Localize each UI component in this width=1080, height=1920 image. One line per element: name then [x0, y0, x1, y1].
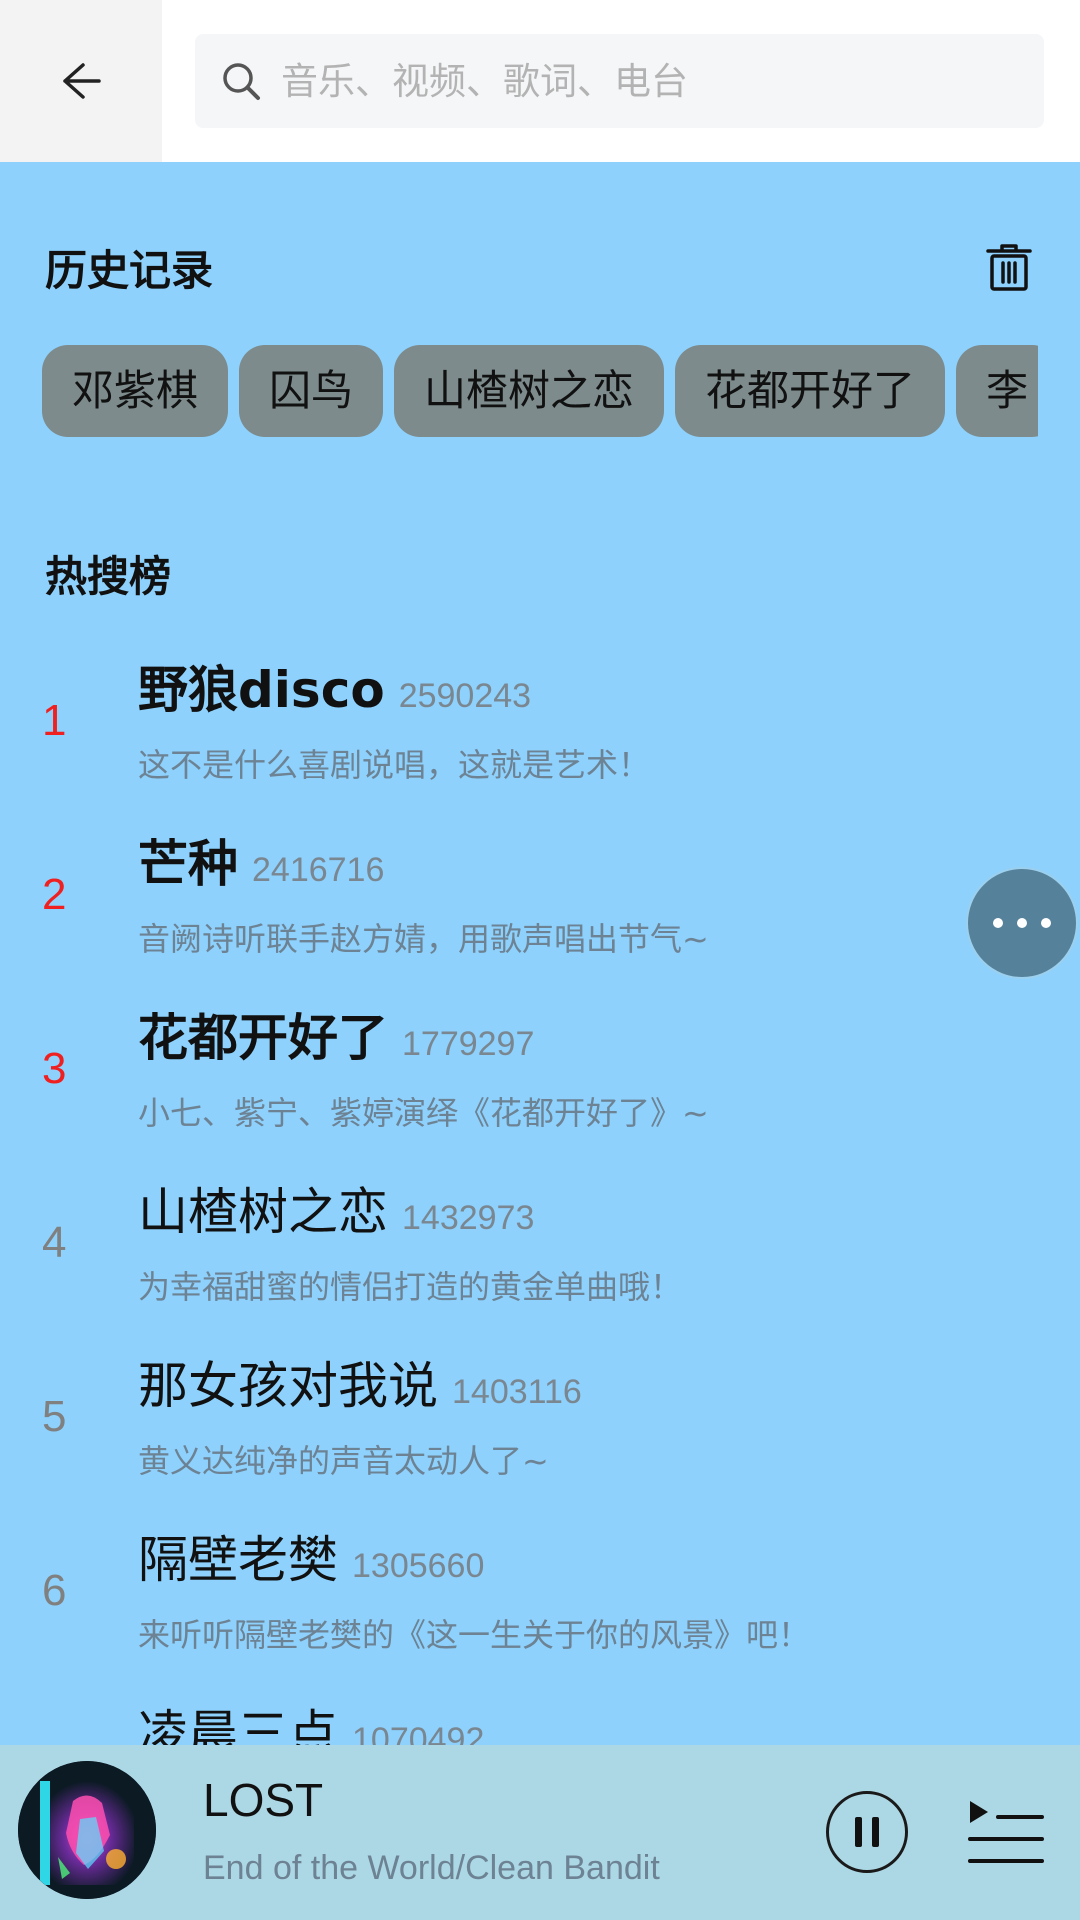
hot-search-item[interactable]: 6 隔壁老樊 1305660 来听听隔壁老樊的《这一生关于你的风景》吧！: [0, 1520, 1080, 1694]
more-button[interactable]: [966, 867, 1078, 979]
hot-song-name: 野狼disco 2590243: [138, 661, 532, 719]
search-box[interactable]: [195, 34, 1044, 128]
mini-player[interactable]: LOST End of the World/Clean Bandit: [0, 1745, 1080, 1920]
back-button[interactable]: [0, 0, 162, 162]
hot-song-name: 山楂树之恋 1432973: [138, 1183, 535, 1241]
hot-rank: 2: [42, 870, 67, 919]
hot-rank: 1: [42, 696, 67, 745]
history-chip[interactable]: 李: [956, 345, 1038, 437]
pause-icon: [872, 1817, 879, 1847]
hot-search-item[interactable]: 2 芒种 2416716 音阙诗听联手赵方婧，用歌声唱出节气~: [0, 824, 1080, 998]
hot-rank: 4: [42, 1218, 67, 1267]
history-chip[interactable]: 山楂树之恋: [394, 345, 665, 437]
hot-count: 2416716: [252, 851, 385, 889]
hot-rank: 3: [42, 1044, 67, 1093]
hot-song-name: 那女孩对我说 1403116: [138, 1357, 582, 1415]
trash-icon[interactable]: [984, 242, 1034, 292]
history-chip[interactable]: 花都开好了: [675, 345, 946, 437]
hot-search-item[interactable]: 7 凌晨三点1070492: [0, 1694, 1080, 1745]
more-dots-icon: [1017, 918, 1027, 928]
pause-icon: [855, 1817, 862, 1847]
search-input[interactable]: [279, 34, 1019, 128]
album-cover-image: [18, 1761, 156, 1899]
hot-song-name: 芒种 2416716: [138, 835, 385, 893]
hot-song-name: 花都开好了 1779297: [138, 1009, 535, 1067]
hot-search-list: 1 野狼disco 2590243 这不是什么喜剧说唱，这就是艺术！ 2 芒种 24…: [0, 650, 1080, 1745]
hot-search-item[interactable]: 3 花都开好了 1779297 小七、紫宁、紫婷演绎《花都开好了》~: [0, 998, 1080, 1172]
hot-description: 来听听隔壁老樊的《这一生关于你的风景》吧！: [138, 1616, 811, 1654]
hot-description: 黄义达纯净的声音太动人了~: [138, 1442, 549, 1480]
search-icon: [223, 63, 260, 100]
hot-count: 1070492: [352, 1721, 485, 1745]
history-chips: 邓紫棋 囚鸟 山楂树之恋 花都开好了李: [42, 345, 1038, 437]
hot-rank: 6: [42, 1566, 67, 1615]
hot-count: 1305660: [352, 1547, 485, 1585]
hot-song-name: 凌晨三点 1070492: [138, 1694, 484, 1745]
hot-count: 1432973: [402, 1199, 535, 1237]
song-artist: End of the World/Clean Bandit: [203, 1849, 660, 1887]
hot-search-title: 热搜榜: [45, 552, 172, 601]
hot-description: 音阙诗听联手赵方婧，用歌声唱出节气~: [138, 920, 709, 958]
hot-search-item[interactable]: 4 山楂树之恋 1432973 为幸福甜蜜的情侣打造的黄金单曲哦！: [0, 1172, 1080, 1346]
more-dots-icon: [1041, 918, 1051, 928]
top-bar: [0, 0, 1080, 162]
hot-search-item[interactable]: 1 野狼disco 2590243 这不是什么喜剧说唱，这就是艺术！: [0, 650, 1080, 824]
pause-button[interactable]: [826, 1791, 908, 1873]
hot-song-name: 隔壁老樊 1305660: [138, 1531, 485, 1589]
history-title: 历史记录: [45, 246, 214, 295]
album-art[interactable]: [18, 1761, 156, 1899]
more-dots-icon: [993, 918, 1003, 928]
hot-rank: 5: [42, 1392, 67, 1441]
arrow-left-icon: [63, 63, 101, 99]
history-chip[interactable]: 囚鸟: [239, 345, 384, 437]
hot-count: 1403116: [452, 1373, 582, 1411]
song-title: LOST: [203, 1774, 324, 1826]
hot-description: 小七、紫宁、紫婷演绎《花都开好了》~: [138, 1094, 709, 1132]
hot-description: 这不是什么喜剧说唱，这就是艺术！: [138, 746, 651, 784]
playlist-icon[interactable]: [966, 1797, 1046, 1867]
hot-count: 2590243: [398, 677, 532, 715]
history-chip[interactable]: 邓紫棋: [42, 345, 229, 437]
hot-search-item[interactable]: 5 那女孩对我说 1403116 黄义达纯净的声音太动人了~: [0, 1346, 1080, 1520]
hot-description: 为幸福甜蜜的情侣打造的黄金单曲哦！: [138, 1268, 683, 1306]
hot-count: 1779297: [402, 1025, 535, 1063]
